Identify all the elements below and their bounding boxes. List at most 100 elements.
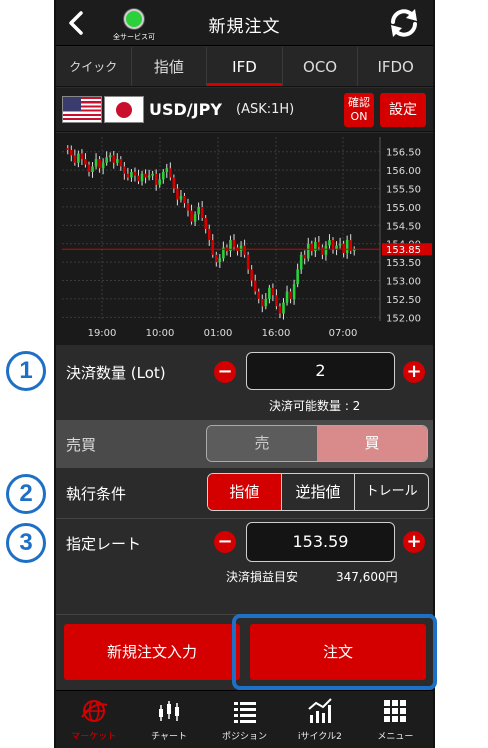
y-tick-label: 152.50 — [386, 295, 421, 306]
candle-body — [94, 159, 98, 167]
candle-body — [282, 302, 285, 314]
pl-estimate-label: 決済損益目安 — [226, 570, 299, 584]
candle-body — [299, 254, 303, 270]
candle-body — [105, 157, 108, 163]
rate-plus-button[interactable]: + — [403, 531, 425, 553]
candle-body — [151, 173, 154, 176]
candle-body — [126, 173, 130, 178]
candle-body — [275, 295, 278, 307]
sell-option[interactable]: 売 — [207, 426, 317, 461]
candle-body — [197, 206, 200, 215]
candle-body — [292, 284, 296, 299]
candlestick-icon — [159, 701, 180, 721]
candle-body — [264, 298, 268, 307]
jp-flag-icon — [104, 96, 144, 123]
confirm-label: 確認 — [348, 96, 370, 109]
buy-option[interactable]: 買 — [317, 426, 427, 461]
candle-body — [331, 240, 335, 250]
chart-grid — [62, 137, 381, 321]
quantity-minus-button[interactable]: − — [214, 361, 236, 383]
condition-trail[interactable]: トレール — [354, 474, 428, 510]
candle-body — [77, 153, 80, 163]
bottom-nav: マーケット チャート ポジション iサイクル2 メニュー — [56, 690, 433, 748]
x-tick-label: 01:00 — [204, 328, 233, 339]
tab-limit[interactable]: 指値 — [132, 47, 208, 86]
candle-body — [140, 173, 144, 182]
pl-estimate-value: 347,600円 — [336, 570, 398, 584]
condition-limit[interactable]: 指値 — [208, 474, 281, 510]
currency-bar: USD/JPY (ASK:1H) 確認 ON 設定 — [56, 88, 433, 132]
candle-body — [115, 159, 119, 163]
condition-row: 執行条件 指値 逆指値 トレール — [56, 468, 433, 518]
tab-oco[interactable]: OCO — [283, 47, 359, 86]
rate-row: 指定レート − 153.59 + 決済損益目安 347,600円 — [56, 519, 433, 614]
candle-body — [303, 254, 307, 259]
condition-stop[interactable]: 逆指値 — [280, 474, 355, 510]
currency-pair[interactable]: USD/JPY — [149, 100, 222, 119]
x-tick-label: 10:00 — [146, 328, 175, 339]
candle-body — [176, 188, 179, 200]
side-selector: 売 買 — [206, 425, 428, 462]
tab-ifdo[interactable]: IFDO — [358, 47, 433, 86]
nav-market-label: マーケット — [71, 732, 117, 742]
us-flag-icon — [62, 96, 102, 123]
order-type-tabs: クイック 指値 IFD OCO IFDO — [56, 47, 433, 87]
current-price-label: 153.85 — [386, 245, 421, 256]
quantity-row: 決済数量 (Lot) − 2 + 決済可能数量 : 2 — [56, 346, 433, 420]
y-tick-label: 154.50 — [386, 221, 421, 232]
nav-chart-label: チャート — [151, 732, 188, 742]
y-tick-label: 156.00 — [386, 166, 421, 177]
candle-body — [147, 175, 151, 178]
candle-body — [200, 206, 204, 218]
rate-input[interactable]: 153.59 — [246, 522, 395, 562]
candle-body — [161, 171, 165, 180]
candle-body — [73, 155, 77, 163]
annotation-1: 1 — [6, 351, 46, 391]
annotation-3: 3 — [6, 523, 46, 563]
refresh-icon[interactable] — [387, 7, 421, 39]
candle-body — [108, 155, 112, 158]
tab-ifd[interactable]: IFD — [207, 47, 283, 86]
candle-body — [172, 177, 176, 189]
x-tick-label: 19:00 — [88, 328, 117, 339]
price-chart[interactable]: 156.50156.00155.50155.00154.50154.00153.… — [56, 133, 433, 345]
quantity-input[interactable]: 2 — [246, 352, 395, 390]
quantity-plus-button[interactable]: + — [403, 361, 425, 383]
candle-body — [91, 166, 94, 172]
candle-body — [317, 241, 321, 248]
nav-icycle[interactable]: iサイクル2 — [282, 691, 357, 748]
candle-body — [70, 149, 73, 156]
nav-icycle-label: iサイクル2 — [298, 732, 342, 742]
nav-chart[interactable]: チャート — [131, 691, 206, 748]
candle-body — [260, 298, 264, 307]
chart-candles — [66, 145, 356, 320]
nav-menu[interactable]: メニュー — [358, 691, 433, 748]
candle-body — [211, 240, 215, 255]
candle-body — [190, 210, 193, 222]
y-tick-label: 152.00 — [386, 313, 421, 324]
condition-label: 執行条件 — [66, 485, 127, 503]
candle-body — [278, 306, 282, 314]
candle-body — [130, 171, 133, 178]
side-row: 売買 売 買 — [56, 420, 433, 468]
x-tick-label: 07:00 — [329, 328, 358, 339]
candle-body — [250, 269, 253, 281]
candle-body — [207, 229, 211, 241]
page-title: 新規注文 — [208, 17, 281, 37]
candle-body — [324, 245, 328, 255]
candle-body — [154, 173, 158, 185]
candle-body — [101, 162, 105, 169]
candle-body — [328, 240, 331, 246]
rate-minus-button[interactable]: − — [214, 531, 236, 553]
nav-position[interactable]: ポジション — [207, 691, 282, 748]
settings-button[interactable]: 設定 — [380, 93, 426, 127]
confirm-toggle-button[interactable]: 確認 ON — [344, 93, 374, 127]
nav-market[interactable]: マーケット — [56, 691, 131, 748]
rate-label: 指定レート — [66, 535, 142, 553]
candle-body — [253, 280, 257, 292]
candle-body — [186, 203, 190, 211]
ask-timeframe: (ASK:1H) — [236, 102, 295, 117]
new-order-input-button[interactable]: 新規注文入力 — [64, 624, 240, 680]
candle-body — [268, 287, 271, 299]
tab-quick[interactable]: クイック — [56, 47, 132, 86]
